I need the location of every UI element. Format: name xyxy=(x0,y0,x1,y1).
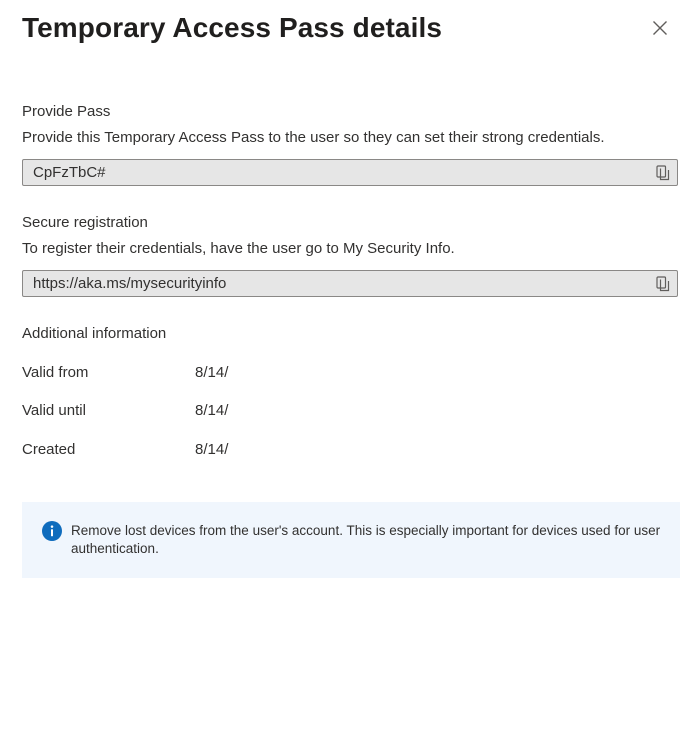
security-info-url: https://aka.ms/mysecurityinfo xyxy=(33,275,227,292)
copy-url-button[interactable] xyxy=(655,275,671,293)
info-value: 8/14/ xyxy=(195,364,229,381)
temporary-access-pass-panel: Temporary Access Pass details Provide Pa… xyxy=(0,0,692,733)
copy-icon xyxy=(656,165,670,181)
info-key: Created xyxy=(22,441,76,458)
info-row-valid-until: Valid until 8/14/ xyxy=(22,401,422,421)
close-icon xyxy=(653,21,667,35)
pass-value-field[interactable]: CpFzTbC# xyxy=(22,159,678,186)
info-row-valid-from: Valid from 8/14/ xyxy=(22,363,422,383)
provide-pass-description: Provide this Temporary Access Pass to th… xyxy=(22,129,605,146)
info-notice: Remove lost devices from the user's acco… xyxy=(22,502,680,578)
panel-title: Temporary Access Pass details xyxy=(22,12,443,43)
info-key: Valid from xyxy=(22,364,89,381)
info-icon xyxy=(42,521,62,541)
secure-registration-description: To register their credentials, have the … xyxy=(22,240,455,257)
pass-value: CpFzTbC# xyxy=(33,164,106,181)
notice-text: Remove lost devices from the user's acco… xyxy=(71,523,661,556)
additional-info-heading: Additional information xyxy=(22,325,167,342)
copy-pass-button[interactable] xyxy=(655,164,671,182)
security-info-url-field[interactable]: https://aka.ms/mysecurityinfo xyxy=(22,270,678,297)
info-row-created: Created 8/14/ xyxy=(22,440,422,460)
secure-registration-label: Secure registration xyxy=(22,214,148,231)
info-key: Valid until xyxy=(22,402,86,419)
provide-pass-label: Provide Pass xyxy=(22,103,111,120)
info-value: 8/14/ xyxy=(195,441,229,458)
copy-icon xyxy=(656,276,670,292)
info-value: 8/14/ xyxy=(195,402,229,419)
close-button[interactable] xyxy=(648,16,672,40)
